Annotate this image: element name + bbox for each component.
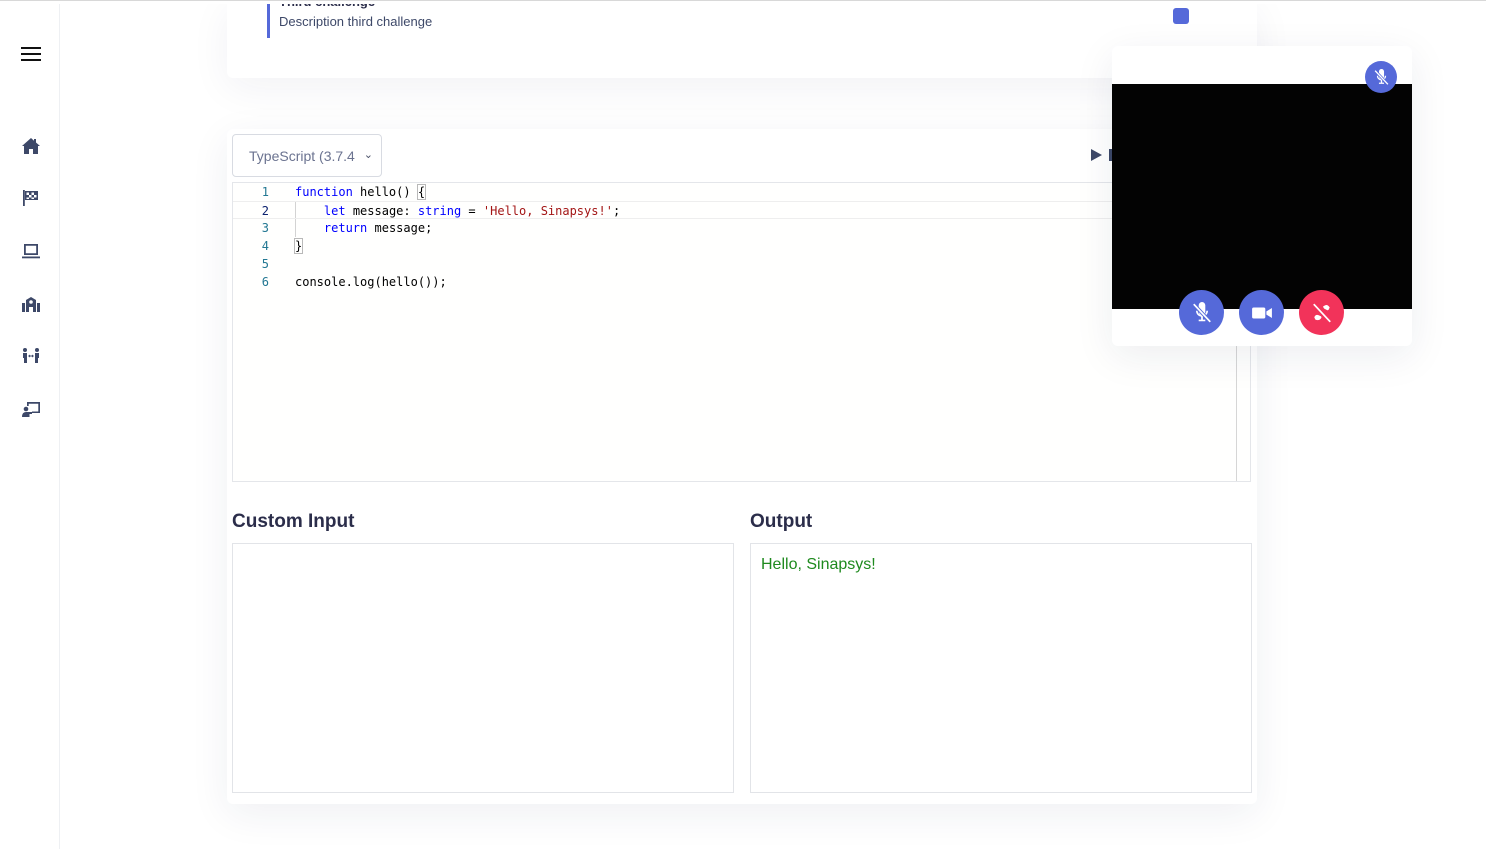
sidebar-item-challenges[interactable]	[21, 188, 41, 208]
output-label: Output	[750, 511, 813, 532]
code-token: {	[416, 184, 427, 200]
checkered-flag-icon	[23, 190, 38, 206]
challenge-status-indicator[interactable]	[1173, 8, 1189, 24]
sidebar-item-people-exchange[interactable]	[21, 346, 41, 366]
code-token: message;	[367, 221, 433, 235]
play-icon	[1091, 149, 1102, 161]
custom-input-label: Custom Input	[232, 511, 355, 532]
chevron-down-icon: ⌄	[363, 149, 373, 161]
code-token: string	[417, 204, 462, 218]
code-token: function	[295, 185, 353, 199]
language-select[interactable]: TypeScript (3.7.4 ⌄	[232, 134, 382, 177]
challenge-card: Third challenge Description third challe…	[227, 0, 1257, 78]
code-line-current: 2 let message: string = 'Hello, Sinapsys…	[233, 201, 1233, 219]
microphone-slash-icon	[1373, 68, 1389, 85]
code-token: let	[323, 204, 346, 218]
line-number: 4	[261, 239, 269, 253]
sidebar-item-laptop[interactable]	[21, 241, 41, 261]
remote-video	[1112, 84, 1412, 309]
code-text: return message;	[295, 219, 432, 237]
code-line: 5	[233, 255, 1233, 273]
run-button[interactable]	[1089, 148, 1103, 162]
code-text: console.log(hello());	[295, 275, 447, 289]
code-line: 4 }	[233, 237, 1233, 255]
code-line: 6 console.log(hello());	[233, 273, 1233, 291]
microphone-slash-icon	[1191, 301, 1212, 323]
hamburger-icon[interactable]	[21, 47, 41, 61]
mute-microphone-button[interactable]	[1179, 290, 1224, 335]
code-editor[interactable]: 1 function hello() { 2 let message: stri…	[232, 182, 1251, 482]
challenge-item[interactable]: Third challenge Description third challe…	[267, 0, 432, 38]
sidebar-item-home[interactable]	[21, 136, 41, 156]
code-token: }	[293, 238, 304, 254]
output-panel: Hello, Sinapsys!	[750, 543, 1252, 793]
code-line: 1 function hello() {	[233, 183, 1233, 201]
code-text: let message: string = 'Hello, Sinapsys!'…	[295, 202, 620, 220]
sidebar-item-school[interactable]	[21, 294, 41, 314]
sidebar-item-teacher[interactable]	[21, 399, 41, 419]
code-token: ;	[612, 204, 621, 218]
laptop-icon	[22, 244, 40, 259]
window-top-border	[0, 0, 1486, 4]
sidebar	[0, 4, 60, 849]
challenge-description: Description third challenge	[279, 14, 433, 29]
editor-card: TypeScript (3.7.4 ⌄ 1 function hello() {…	[227, 129, 1257, 804]
code-text: function hello() {	[295, 183, 427, 201]
line-number: 5	[261, 257, 269, 271]
language-select-value: TypeScript (3.7.4	[249, 147, 355, 164]
phone-slash-icon	[1311, 302, 1332, 323]
code-token: hello()	[352, 185, 418, 199]
output-text: Hello, Sinapsys!	[761, 556, 876, 573]
line-number: 1	[261, 185, 269, 199]
line-number: 2	[261, 204, 269, 218]
code-line: 3 return message;	[233, 219, 1233, 237]
code-token: 'Hello, Sinapsys!'	[482, 204, 613, 218]
home-icon	[22, 138, 40, 154]
remote-muted-indicator	[1365, 61, 1397, 93]
code-token: =	[461, 204, 483, 218]
line-number: 3	[261, 221, 269, 235]
chalkboard-teacher-icon	[22, 402, 40, 417]
video-camera-icon	[1251, 307, 1272, 318]
people-arrows-icon	[23, 348, 39, 363]
video-call-panel	[1112, 46, 1412, 346]
custom-input-field[interactable]	[232, 543, 734, 793]
code-token: return	[323, 221, 368, 235]
line-number: 6	[261, 275, 269, 289]
code-text: }	[293, 237, 304, 255]
school-icon	[22, 297, 40, 312]
code-token: message:	[345, 204, 418, 218]
hang-up-button[interactable]	[1299, 290, 1344, 335]
toggle-camera-button[interactable]	[1239, 290, 1284, 335]
